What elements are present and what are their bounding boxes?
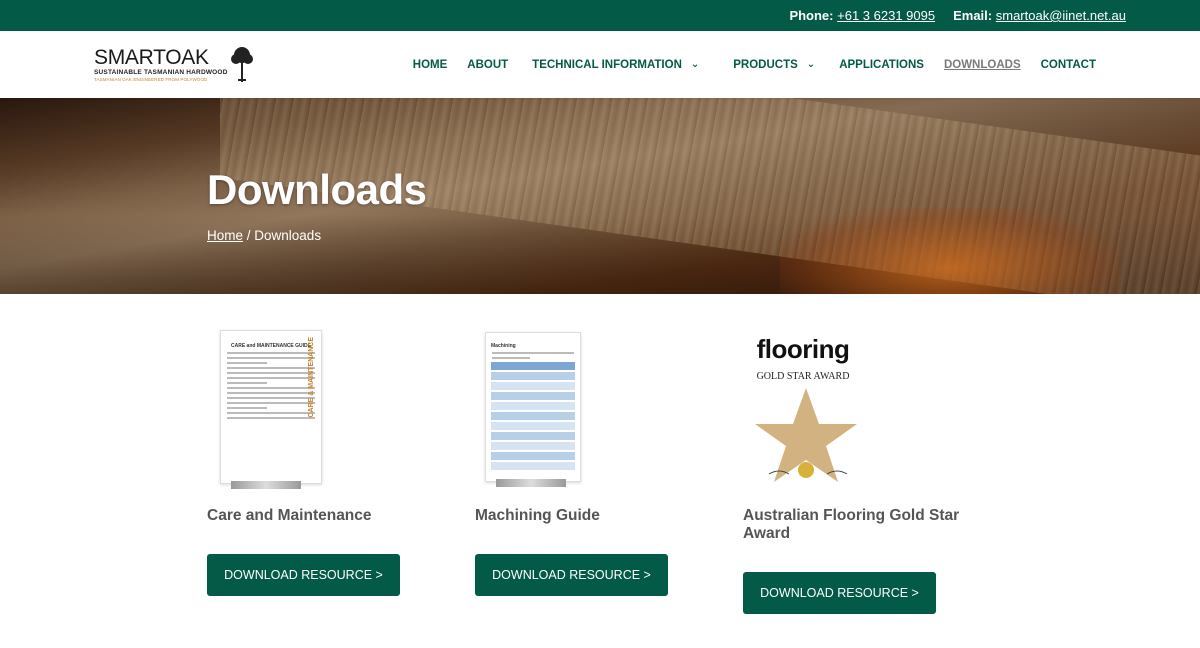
doc-line xyxy=(227,417,315,419)
doc-table-row xyxy=(491,452,575,460)
logo-name: SMARTOAK xyxy=(94,45,228,69)
doc-table-row xyxy=(491,382,575,390)
gold-star-icon xyxy=(755,388,857,482)
doc-heading: Machining xyxy=(491,343,516,349)
doc-line xyxy=(227,412,315,414)
logo-text: SMARTOAK SUSTAINABLE TASMANIAN HARDWOOD … xyxy=(94,45,228,83)
breadcrumb-separator: / xyxy=(243,228,255,243)
resource-title: Machining Guide xyxy=(475,507,600,524)
doc-strip xyxy=(496,479,566,487)
resource-card: flooring GOLD STAR AWARD Australian Floo… xyxy=(743,330,1003,614)
logo-tagline: TASMANIAN OAK ENGINEERED FROM POLYWOOD xyxy=(94,76,208,82)
nav-downloads[interactable]: DOWNLOADS xyxy=(944,59,1021,71)
doc-line xyxy=(492,352,574,354)
nav-technical-information[interactable]: TECHNICAL INFORMATION ⌄ xyxy=(532,59,699,71)
resource-card: Machining Machining Guide DOWNLOAD RESOU… xyxy=(475,330,735,596)
top-contact-bar: Phone: +61 3 6231 9095 Email: smartoak@i… xyxy=(0,0,1200,31)
doc-side-band: CARE & MAINTENANCE xyxy=(307,337,317,473)
doc-table-row xyxy=(491,362,575,370)
doc-line xyxy=(227,372,315,374)
nav-products[interactable]: PRODUCTS ⌄ xyxy=(733,59,815,71)
breadcrumb: Home / Downloads xyxy=(207,228,427,243)
email-link[interactable]: smartoak@iinet.net.au xyxy=(996,8,1126,23)
nav-about[interactable]: ABOUT xyxy=(467,59,508,71)
main-nav: HOME ABOUT TECHNICAL INFORMATION ⌄ PRODU… xyxy=(393,59,1096,71)
resource-title: Australian Flooring Gold Star Award xyxy=(743,507,960,542)
doc-table-row xyxy=(491,372,575,380)
doc-line xyxy=(227,352,315,354)
doc-heading: CARE and MAINTENANCE GUIDE xyxy=(230,343,311,349)
doc-table-row xyxy=(491,402,575,410)
doc-line xyxy=(227,357,315,359)
resource-thumbnail[interactable]: Machining xyxy=(475,330,735,490)
doc-line xyxy=(227,382,267,384)
nav-contact[interactable]: CONTACT xyxy=(1041,59,1096,71)
doc-table-row xyxy=(491,392,575,400)
resource-title: Care and Maintenance xyxy=(207,507,372,524)
doc-line xyxy=(227,387,315,389)
doc-table-row xyxy=(491,462,575,470)
phone-info: Phone: +61 3 6231 9095 xyxy=(789,8,935,23)
download-resource-button[interactable]: DOWNLOAD RESOURCE > xyxy=(475,554,668,596)
document-preview: CARE and MAINTENANCE GUIDE CARE & MAINTE… xyxy=(220,330,322,489)
breadcrumb-current: Downloads xyxy=(254,228,322,243)
breadcrumb-home[interactable]: Home xyxy=(207,228,243,243)
hero-banner: Downloads Home / Downloads xyxy=(0,98,1200,294)
award-brand: flooring xyxy=(756,334,850,364)
logo-name-smart: SMART xyxy=(94,45,166,69)
email-label: Email: xyxy=(953,8,993,23)
phone-link[interactable]: +61 3 6231 9095 xyxy=(837,8,935,23)
award-heading: GOLD STAR AWARD xyxy=(756,371,850,382)
nav-products-label: PRODUCTS xyxy=(733,58,798,71)
hero-glow xyxy=(780,208,1120,294)
downloads-list: CARE and MAINTENANCE GUIDE CARE & MAINTE… xyxy=(0,294,1200,648)
doc-line xyxy=(227,402,315,404)
doc-table-row xyxy=(491,422,575,430)
resource-card: CARE and MAINTENANCE GUIDE CARE & MAINTE… xyxy=(207,330,467,596)
doc-line xyxy=(227,392,315,394)
logo-subtitle: SUSTAINABLE TASMANIAN HARDWOOD xyxy=(94,68,228,76)
chevron-down-icon: ⌄ xyxy=(690,59,700,70)
doc-line xyxy=(227,407,267,409)
logo-name-oak: OAK xyxy=(165,45,209,69)
doc-table-row xyxy=(491,412,575,420)
email-info: Email: smartoak@iinet.net.au xyxy=(953,8,1126,23)
hero-content: Downloads Home / Downloads xyxy=(207,166,427,243)
download-resource-button[interactable]: DOWNLOAD RESOURCE > xyxy=(207,554,400,596)
nav-technical-information-label: TECHNICAL INFORMATION xyxy=(532,58,682,71)
site-header: SMARTOAK SUSTAINABLE TASMANIAN HARDWOOD … xyxy=(0,31,1200,98)
award-certificate: flooring GOLD STAR AWARD xyxy=(743,330,863,490)
chevron-down-icon: ⌄ xyxy=(806,59,816,70)
nav-home[interactable]: HOME xyxy=(413,59,448,71)
doc-line xyxy=(227,367,315,369)
doc-strip xyxy=(231,481,301,489)
download-resource-button[interactable]: DOWNLOAD RESOURCE > xyxy=(743,572,936,614)
doc-line xyxy=(227,377,315,379)
resource-thumbnail[interactable]: flooring GOLD STAR AWARD xyxy=(743,330,1003,490)
page-title: Downloads xyxy=(207,166,427,213)
phone-label: Phone: xyxy=(789,8,834,23)
nav-applications[interactable]: APPLICATIONS xyxy=(839,59,924,71)
tree-icon xyxy=(230,46,253,82)
doc-line xyxy=(227,397,315,399)
doc-line xyxy=(227,362,267,364)
doc-line xyxy=(492,357,530,359)
resource-thumbnail[interactable]: CARE and MAINTENANCE GUIDE CARE & MAINTE… xyxy=(207,330,467,490)
document-preview: Machining xyxy=(485,332,581,487)
logo[interactable]: SMARTOAK SUSTAINABLE TASMANIAN HARDWOOD … xyxy=(94,46,254,84)
doc-table-row xyxy=(491,442,575,450)
doc-side-text: CARE & MAINTENANCE xyxy=(308,337,315,418)
doc-table-row xyxy=(491,432,575,440)
